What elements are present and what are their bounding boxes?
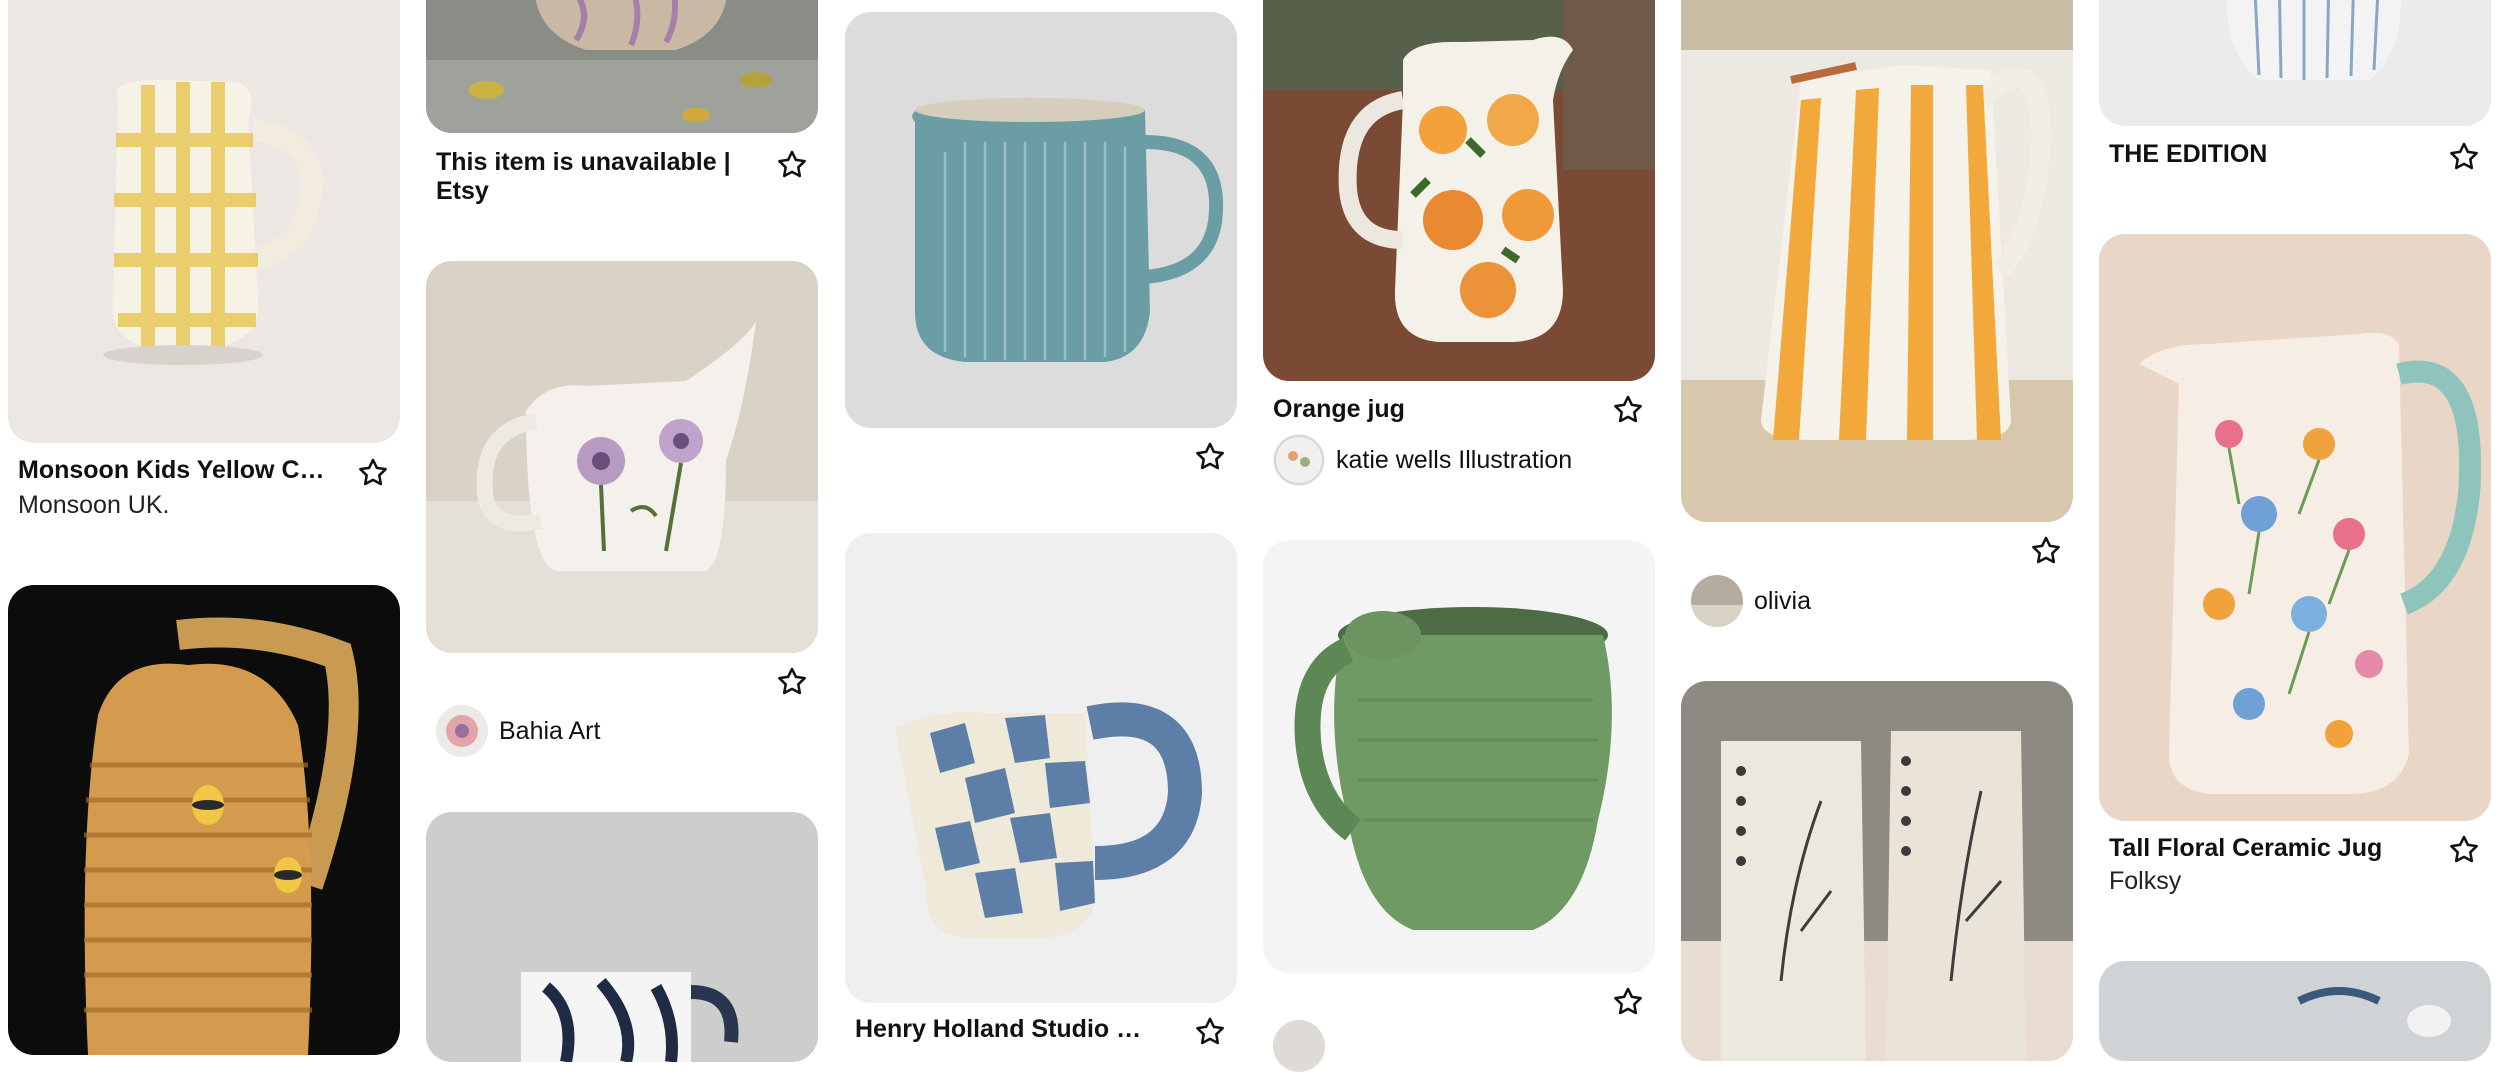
ceramic-bowl-image [426,0,818,133]
green-frog-jug-image [1263,540,1655,973]
pin-title[interactable]: Orange jug [1273,395,1573,424]
checker-jug-image [845,533,1237,1003]
pin-image[interactable] [426,812,818,1062]
pin-image[interactable] [1263,540,1655,973]
pin-image[interactable] [2099,0,2491,126]
pin-title[interactable]: Tall Floral Ceramic Jug [2109,834,2429,863]
blue-line-jug-image [2099,0,2491,126]
floral-creamer-image [426,261,818,653]
save-star-icon[interactable] [2447,833,2481,867]
save-star-icon[interactable] [1611,985,1645,1019]
user-name[interactable]: Bahia Art [499,716,600,746]
tall-floral-jug-image [2099,234,2491,821]
save-star-icon[interactable] [775,148,809,182]
pin-image[interactable] [845,12,1237,428]
user-avatar[interactable] [1273,1020,1325,1072]
blue-striped-jug-image [845,12,1237,428]
pin-image[interactable] [1263,0,1655,381]
pin-image[interactable] [8,585,400,1055]
save-star-icon[interactable] [1193,1015,1227,1049]
user-name[interactable]: katie wells Illustration [1336,445,1572,475]
orange-jug-image [1263,0,1655,381]
pin-image[interactable] [2099,961,2491,1061]
save-star-icon[interactable] [1611,393,1645,427]
user-avatar[interactable] [1273,434,1325,486]
honeycomb-jug-image [8,585,400,1055]
pin-title[interactable]: THE EDITION [2109,140,2409,169]
save-star-icon[interactable] [2029,534,2063,568]
pin-image[interactable] [426,261,818,653]
pin-image[interactable] [1681,681,2073,1061]
pin-title[interactable]: Monsoon Kids Yellow Che... [18,456,338,485]
save-star-icon[interactable] [2447,140,2481,174]
orange-stripe-jug-image [1681,0,2073,522]
user-name[interactable]: olivia [1754,586,1811,616]
pin-image[interactable] [2099,234,2491,821]
pin-title[interactable]: Henry Holland Studio Blue... [855,1015,1155,1044]
save-star-icon[interactable] [1193,440,1227,474]
botanical-jugs-image [1681,681,2073,1061]
blue-teapot-image [2099,961,2491,1061]
pin-title[interactable]: This item is unavailable | Etsy [436,148,736,206]
save-star-icon[interactable] [356,456,390,490]
pin-image[interactable] [845,533,1237,1003]
save-star-icon[interactable] [775,665,809,699]
navy-mug-image [426,812,818,1062]
pin-image[interactable] [1681,0,2073,522]
user-avatar[interactable] [436,705,488,757]
pin-source: Folksy [2109,867,2182,895]
pin-image[interactable] [426,0,818,133]
pin-source: Monsoon UK. [18,491,170,519]
pin-image[interactable] [8,0,400,443]
yellow-check-jug-image [8,0,400,443]
user-avatar[interactable] [1691,575,1743,627]
